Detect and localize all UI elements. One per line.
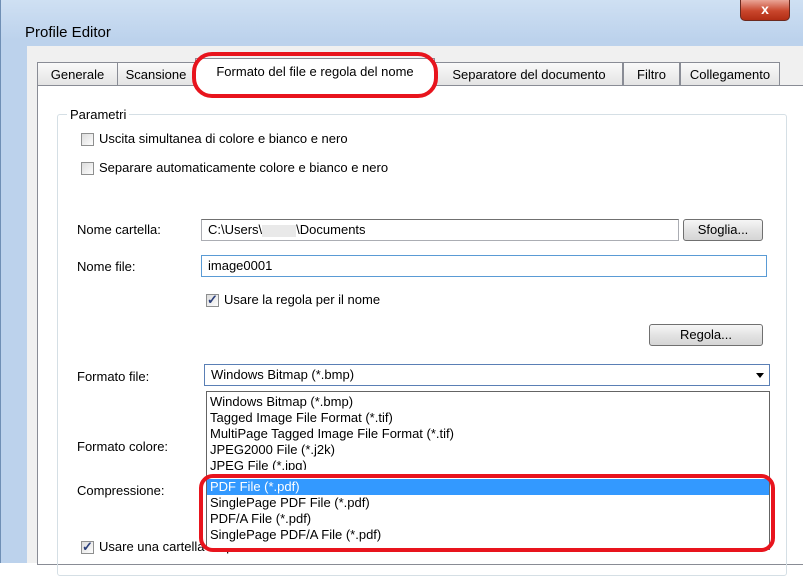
auto-separate-checkbox[interactable] [81, 162, 94, 175]
format-option-multipage-tif[interactable]: MultiPage Tagged Image File Format (*.ti… [207, 426, 769, 442]
simultaneous-label[interactable]: Uscita simultanea di colore e bianco e n… [99, 131, 348, 146]
file-format-label: Formato file: [77, 369, 150, 384]
color-format-label: Formato colore: [77, 439, 169, 454]
format-option-pdfa[interactable]: PDF/A File (*.pdf) [207, 511, 769, 527]
format-option-jpg[interactable]: JPEG File (*.jpg) [207, 458, 769, 470]
close-button[interactable]: x [740, 0, 790, 21]
tab-separatore[interactable]: Separatore del documento [435, 62, 623, 85]
format-option-bmp[interactable]: Windows Bitmap (*.bmp) [207, 394, 769, 410]
use-rule-checkbox[interactable] [206, 292, 219, 308]
redacted-username [262, 224, 297, 237]
tab-scansione[interactable]: Scansione [117, 62, 195, 85]
filename-input[interactable]: image0001 [201, 255, 767, 277]
folder-value-suffix: \Documents [296, 222, 366, 237]
rule-button[interactable]: Regola... [649, 324, 763, 346]
tab-formato-file[interactable]: Formato del file e regola del nome [195, 58, 435, 86]
format-option-tif[interactable]: Tagged Image File Format (*.tif) [207, 410, 769, 426]
chevron-down-icon[interactable] [756, 373, 764, 378]
title-bar[interactable]: Profile Editor x [1, 0, 803, 46]
file-format-select[interactable]: Windows Bitmap (*.bmp) [204, 364, 770, 386]
profile-editor-window: Profile Editor x Generale Scansione Form… [0, 0, 803, 576]
use-rule-label[interactable]: Usare la regola per il nome [224, 292, 380, 307]
close-icon: x [761, 1, 769, 17]
format-option-pdf[interactable]: PDF File (*.pdf) [207, 479, 769, 495]
folder-input[interactable]: C:\Users\ \Documents [201, 219, 679, 241]
tab-collegamento[interactable]: Collegamento [680, 62, 780, 85]
folder-value-prefix: C:\Users\ [208, 222, 263, 237]
format-option-singlepage-pdf[interactable]: SinglePage PDF File (*.pdf) [207, 495, 769, 511]
simultaneous-checkbox[interactable] [81, 133, 94, 146]
filename-label: Nome file: [77, 259, 136, 274]
browse-button[interactable]: Sfoglia... [683, 219, 763, 241]
compression-label: Compressione: [77, 483, 165, 498]
folder-label: Nome cartella: [77, 222, 161, 237]
file-format-dropdown: Windows Bitmap (*.bmp) Tagged Image File… [206, 391, 770, 550]
auto-separate-label[interactable]: Separare automaticamente colore e bianco… [99, 160, 388, 175]
window-title: Profile Editor [25, 24, 111, 41]
tab-generale[interactable]: Generale [37, 62, 118, 85]
sequential-folder-checkbox[interactable] [81, 539, 94, 555]
format-option-j2k[interactable]: JPEG2000 File (*.j2k) [207, 442, 769, 458]
group-title: Parametri [67, 107, 130, 122]
file-format-selected: Windows Bitmap (*.bmp) [211, 367, 355, 382]
tab-filtro[interactable]: Filtro [623, 62, 680, 85]
format-option-singlepage-pdfa[interactable]: SinglePage PDF/A File (*.pdf) [207, 527, 769, 543]
